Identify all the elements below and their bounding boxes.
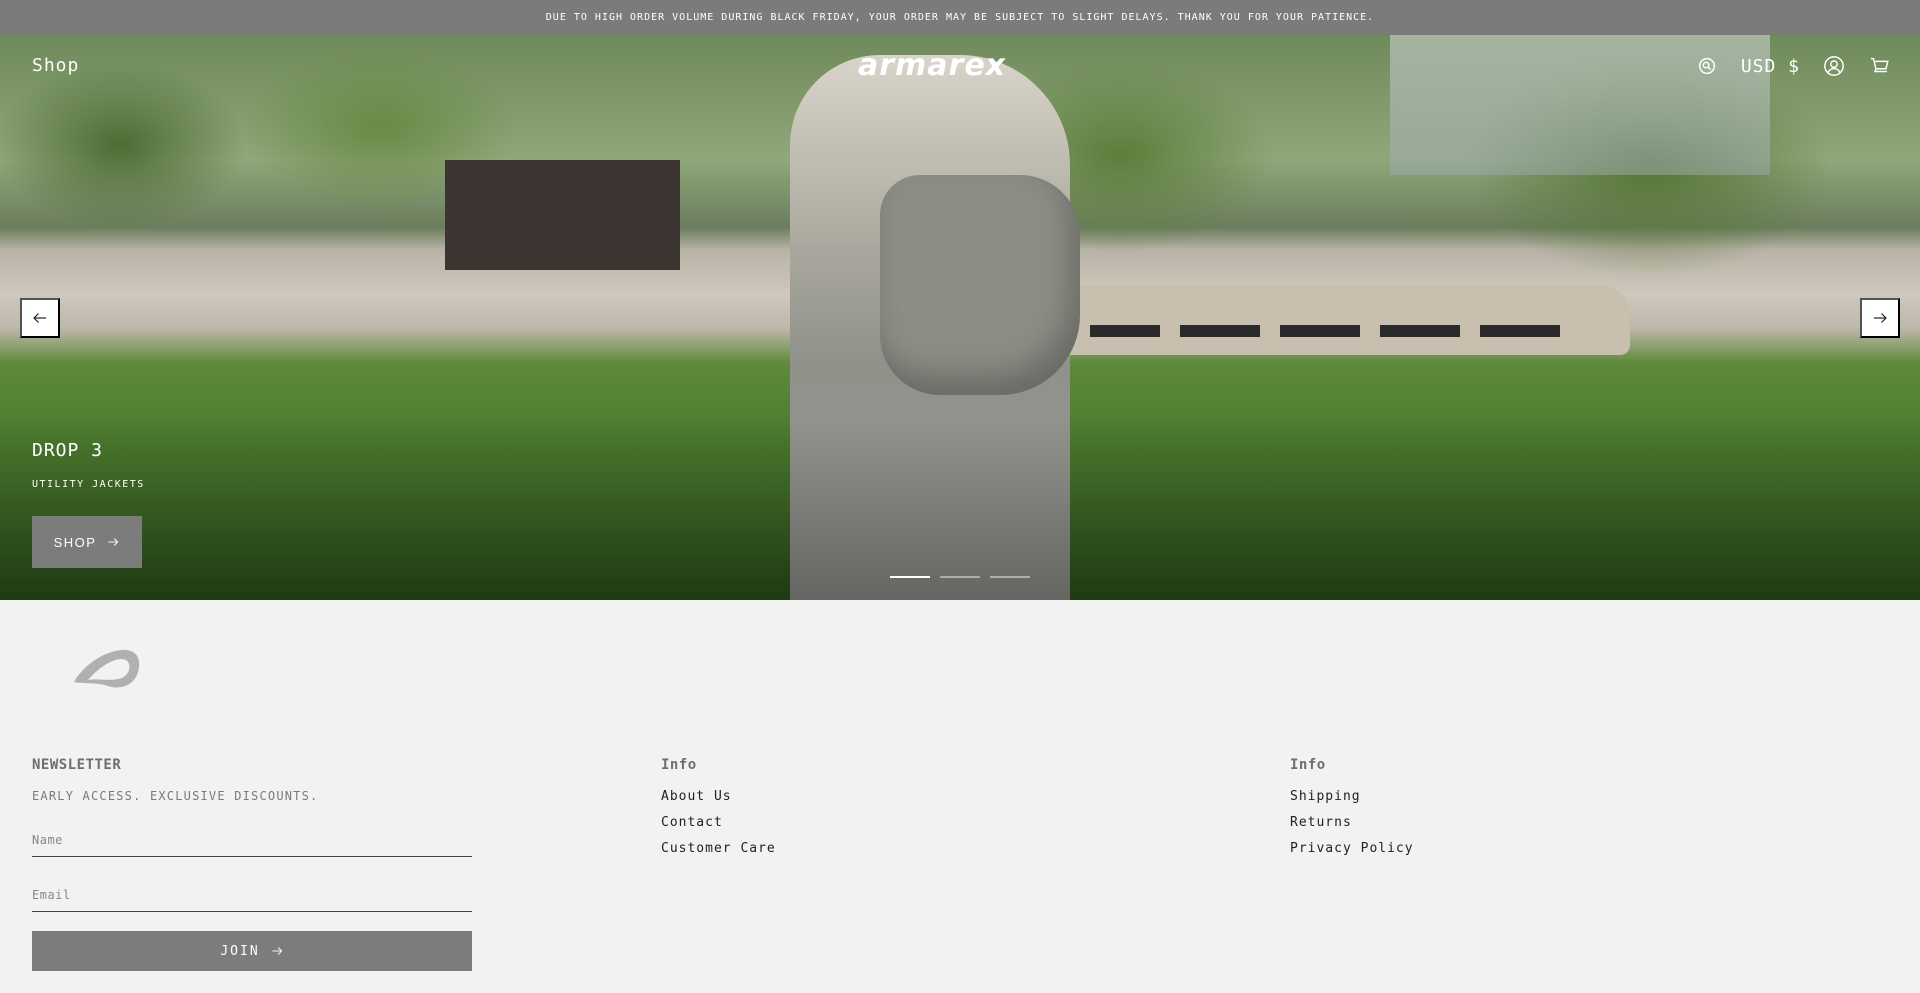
hero-model-bag — [880, 175, 1080, 395]
account-icon[interactable] — [1822, 54, 1846, 78]
cart-icon[interactable] — [1868, 54, 1892, 78]
join-label: JOIN — [220, 943, 260, 959]
newsletter-section: NEWSLETTER EARLY ACCESS. EXCLUSIVE DISCO… — [32, 757, 472, 971]
footer-link-customer-care[interactable]: Customer Care — [661, 841, 776, 856]
arrow-right-icon — [271, 947, 282, 955]
footer-link-about-us[interactable]: About Us — [661, 789, 776, 804]
hero-slideshow — [0, 35, 1920, 600]
brand-logo[interactable]: armarex — [858, 48, 1006, 83]
search-icon[interactable] — [1695, 54, 1719, 78]
hero-background-pavilion — [445, 160, 680, 270]
hero-title: DROP 3 — [32, 440, 104, 461]
nav-shop-link[interactable]: Shop — [32, 55, 79, 76]
info-heading-2: Info — [1290, 757, 1326, 773]
footer-link-shipping[interactable]: Shipping — [1290, 789, 1414, 804]
join-button[interactable]: JOIN — [32, 931, 472, 971]
name-input[interactable] — [32, 823, 472, 857]
hero-background-bench — [1050, 285, 1630, 355]
currency-selector[interactable]: USD $ — [1741, 56, 1800, 77]
info-heading-1: Info — [661, 757, 697, 773]
footer-info-column-2: Info Shipping Returns Privacy Policy — [1290, 757, 1414, 867]
hero-shop-label: SHOP — [53, 534, 97, 550]
slide-prev-button[interactable] — [20, 298, 60, 338]
arrow-left-icon — [33, 313, 46, 323]
footer-link-returns[interactable]: Returns — [1290, 815, 1414, 830]
footer-link-contact[interactable]: Contact — [661, 815, 776, 830]
hero-subtitle: UTILITY JACKETS — [32, 479, 145, 490]
announcement-text: DUE TO HIGH ORDER VOLUME DURING BLACK FR… — [545, 12, 1375, 23]
slide-indicator-1[interactable] — [890, 576, 930, 578]
slide-indicator-2[interactable] — [940, 576, 980, 578]
newsletter-heading: NEWSLETTER — [32, 757, 122, 773]
email-input[interactable] — [32, 878, 472, 912]
slide-indicators — [890, 576, 1030, 578]
hero-shade — [0, 415, 1920, 600]
announcement-bar: DUE TO HIGH ORDER VOLUME DURING BLACK FR… — [0, 0, 1920, 35]
arrow-right-icon — [108, 538, 119, 546]
footer-link-privacy-policy[interactable]: Privacy Policy — [1290, 841, 1414, 856]
header-actions: USD $ — [1695, 52, 1892, 80]
arrow-right-icon — [1874, 313, 1887, 323]
slide-next-button[interactable] — [1860, 298, 1900, 338]
slide-indicator-3[interactable] — [990, 576, 1030, 578]
footer-info-column-1: Info About Us Contact Customer Care — [661, 757, 776, 867]
newsletter-tagline: EARLY ACCESS. EXCLUSIVE DISCOUNTS. — [32, 789, 319, 803]
hero-shop-button[interactable]: SHOP — [32, 516, 142, 568]
footer-brand-mark-icon — [70, 640, 145, 696]
